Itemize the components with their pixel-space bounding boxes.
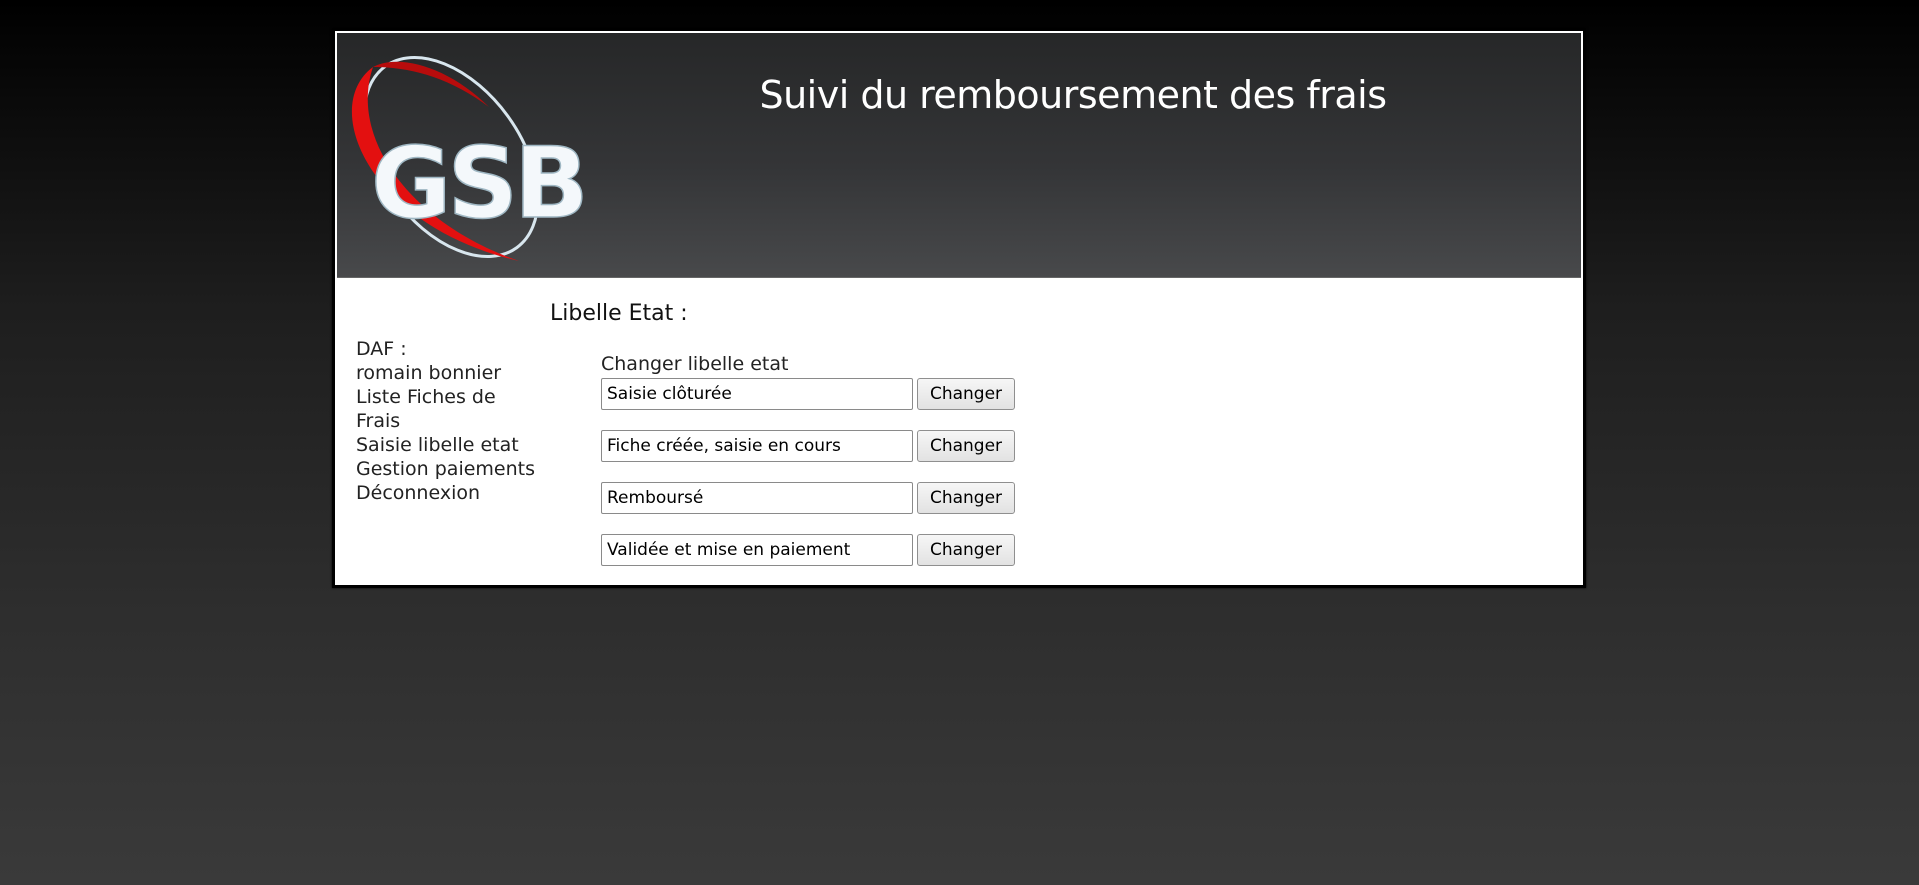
libelle-input[interactable]	[601, 378, 913, 410]
logo-text: GSB	[371, 127, 585, 241]
sidebar-item-gestion-paiements[interactable]: Gestion paiements	[356, 457, 536, 481]
change-button[interactable]: Changer	[917, 534, 1015, 566]
sidebar-item-deconnexion[interactable]: Déconnexion	[356, 481, 536, 505]
site-title: Suivi du remboursement des frais	[759, 73, 1387, 117]
role-label: DAF :	[356, 338, 407, 360]
libelle-input[interactable]	[601, 534, 913, 566]
form-heading: Changer libelle etat	[601, 353, 789, 375]
page-container: GSB Suivi du remboursement des frais DAF…	[332, 28, 1586, 588]
libelle-input[interactable]	[601, 482, 913, 514]
site-header: GSB Suivi du remboursement des frais	[337, 33, 1581, 278]
libelle-input[interactable]	[601, 430, 913, 462]
sidebar-item-saisie-libelle[interactable]: Saisie libelle etat	[356, 433, 536, 457]
gsb-logo: GSB	[339, 47, 589, 267]
user-name: romain bonnier	[356, 362, 502, 384]
sidebar-item-liste-fiches[interactable]: Liste Fiches de Frais	[356, 385, 536, 433]
page-title: Libelle Etat :	[550, 301, 688, 326]
change-button[interactable]: Changer	[917, 482, 1015, 514]
change-button[interactable]: Changer	[917, 430, 1015, 462]
change-button[interactable]: Changer	[917, 378, 1015, 410]
sidebar-menu: DAF : romain bonnier Liste Fiches de Fra…	[356, 337, 536, 505]
